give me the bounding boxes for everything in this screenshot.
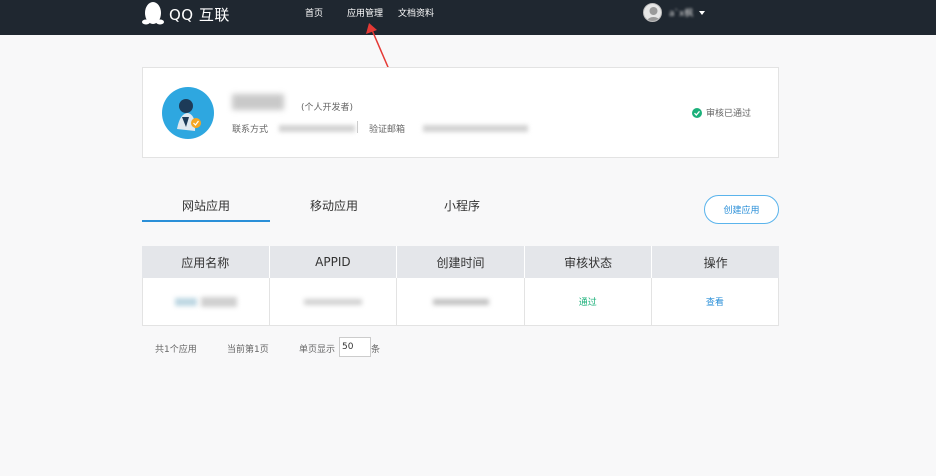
view-link[interactable]: 查看 (652, 278, 778, 325)
per-page-input[interactable] (339, 337, 371, 357)
developer-profile-card: (个人开发者) 联系方式 验证邮箱 审核已通过 (142, 67, 779, 158)
developer-avatar (162, 87, 214, 139)
check-circle-icon (692, 107, 702, 118)
table-row: 通过 查看 (142, 278, 779, 326)
blurred-app-icon (175, 297, 198, 306)
user-name: a`x枫 (669, 9, 694, 19)
contact-label: 联系方式 (232, 125, 269, 135)
caret-down-icon (699, 10, 706, 15)
avatar (643, 3, 662, 22)
created-time-cell (397, 278, 525, 325)
total-count: 共1个应用 (155, 345, 197, 355)
column-created-time: 创建时间 (397, 246, 525, 278)
logo[interactable]: QQ 互联 (142, 0, 230, 28)
column-review-status: 审核状态 (525, 246, 653, 278)
nav-app-management[interactable]: 应用管理 (347, 6, 383, 19)
active-tab-indicator (142, 220, 270, 222)
nav-home[interactable]: 首页 (305, 6, 323, 19)
user-menu[interactable]: a`x枫 (643, 3, 706, 22)
nav-docs[interactable]: 文档资料 (398, 6, 434, 19)
top-navbar: QQ 互联 首页 应用管理 文档资料 a`x枫 (0, 0, 936, 35)
blurred-appid (304, 298, 363, 305)
email-label: 验证邮箱 (369, 125, 406, 135)
tab-mobile-apps[interactable]: 移动应用 (270, 197, 398, 214)
divider (357, 121, 358, 133)
logo-text: QQ 互联 (169, 5, 230, 24)
blurred-developer-name (232, 94, 284, 110)
blurred-email (423, 125, 528, 132)
tab-mini-programs[interactable]: 小程序 (398, 197, 526, 214)
app-name-cell (143, 278, 271, 325)
column-appid: APPID (270, 246, 398, 278)
blurred-app-name (201, 296, 238, 307)
per-page-label: 单页显示 (299, 345, 336, 355)
verification-status: 审核已通过 (692, 106, 751, 119)
status-text: 审核已通过 (706, 109, 752, 119)
status-cell: 通过 (525, 278, 652, 325)
tab-website-apps[interactable]: 网站应用 (142, 197, 270, 214)
appid-cell (270, 278, 398, 325)
apps-table: 应用名称 APPID 创建时间 审核状态 操作 通过 查看 (142, 246, 779, 326)
blurred-created-time (432, 298, 489, 305)
table-header: 应用名称 APPID 创建时间 审核状态 操作 (142, 246, 779, 278)
column-app-name: 应用名称 (142, 246, 270, 278)
developer-type: (个人开发者) (301, 103, 354, 113)
per-page-unit: 条 (371, 345, 381, 355)
blurred-contact (279, 125, 355, 132)
column-actions: 操作 (703, 255, 728, 270)
create-app-button[interactable]: 创建应用 (704, 195, 779, 224)
qq-penguin-icon (142, 0, 164, 26)
current-page: 当前第1页 (227, 345, 269, 355)
